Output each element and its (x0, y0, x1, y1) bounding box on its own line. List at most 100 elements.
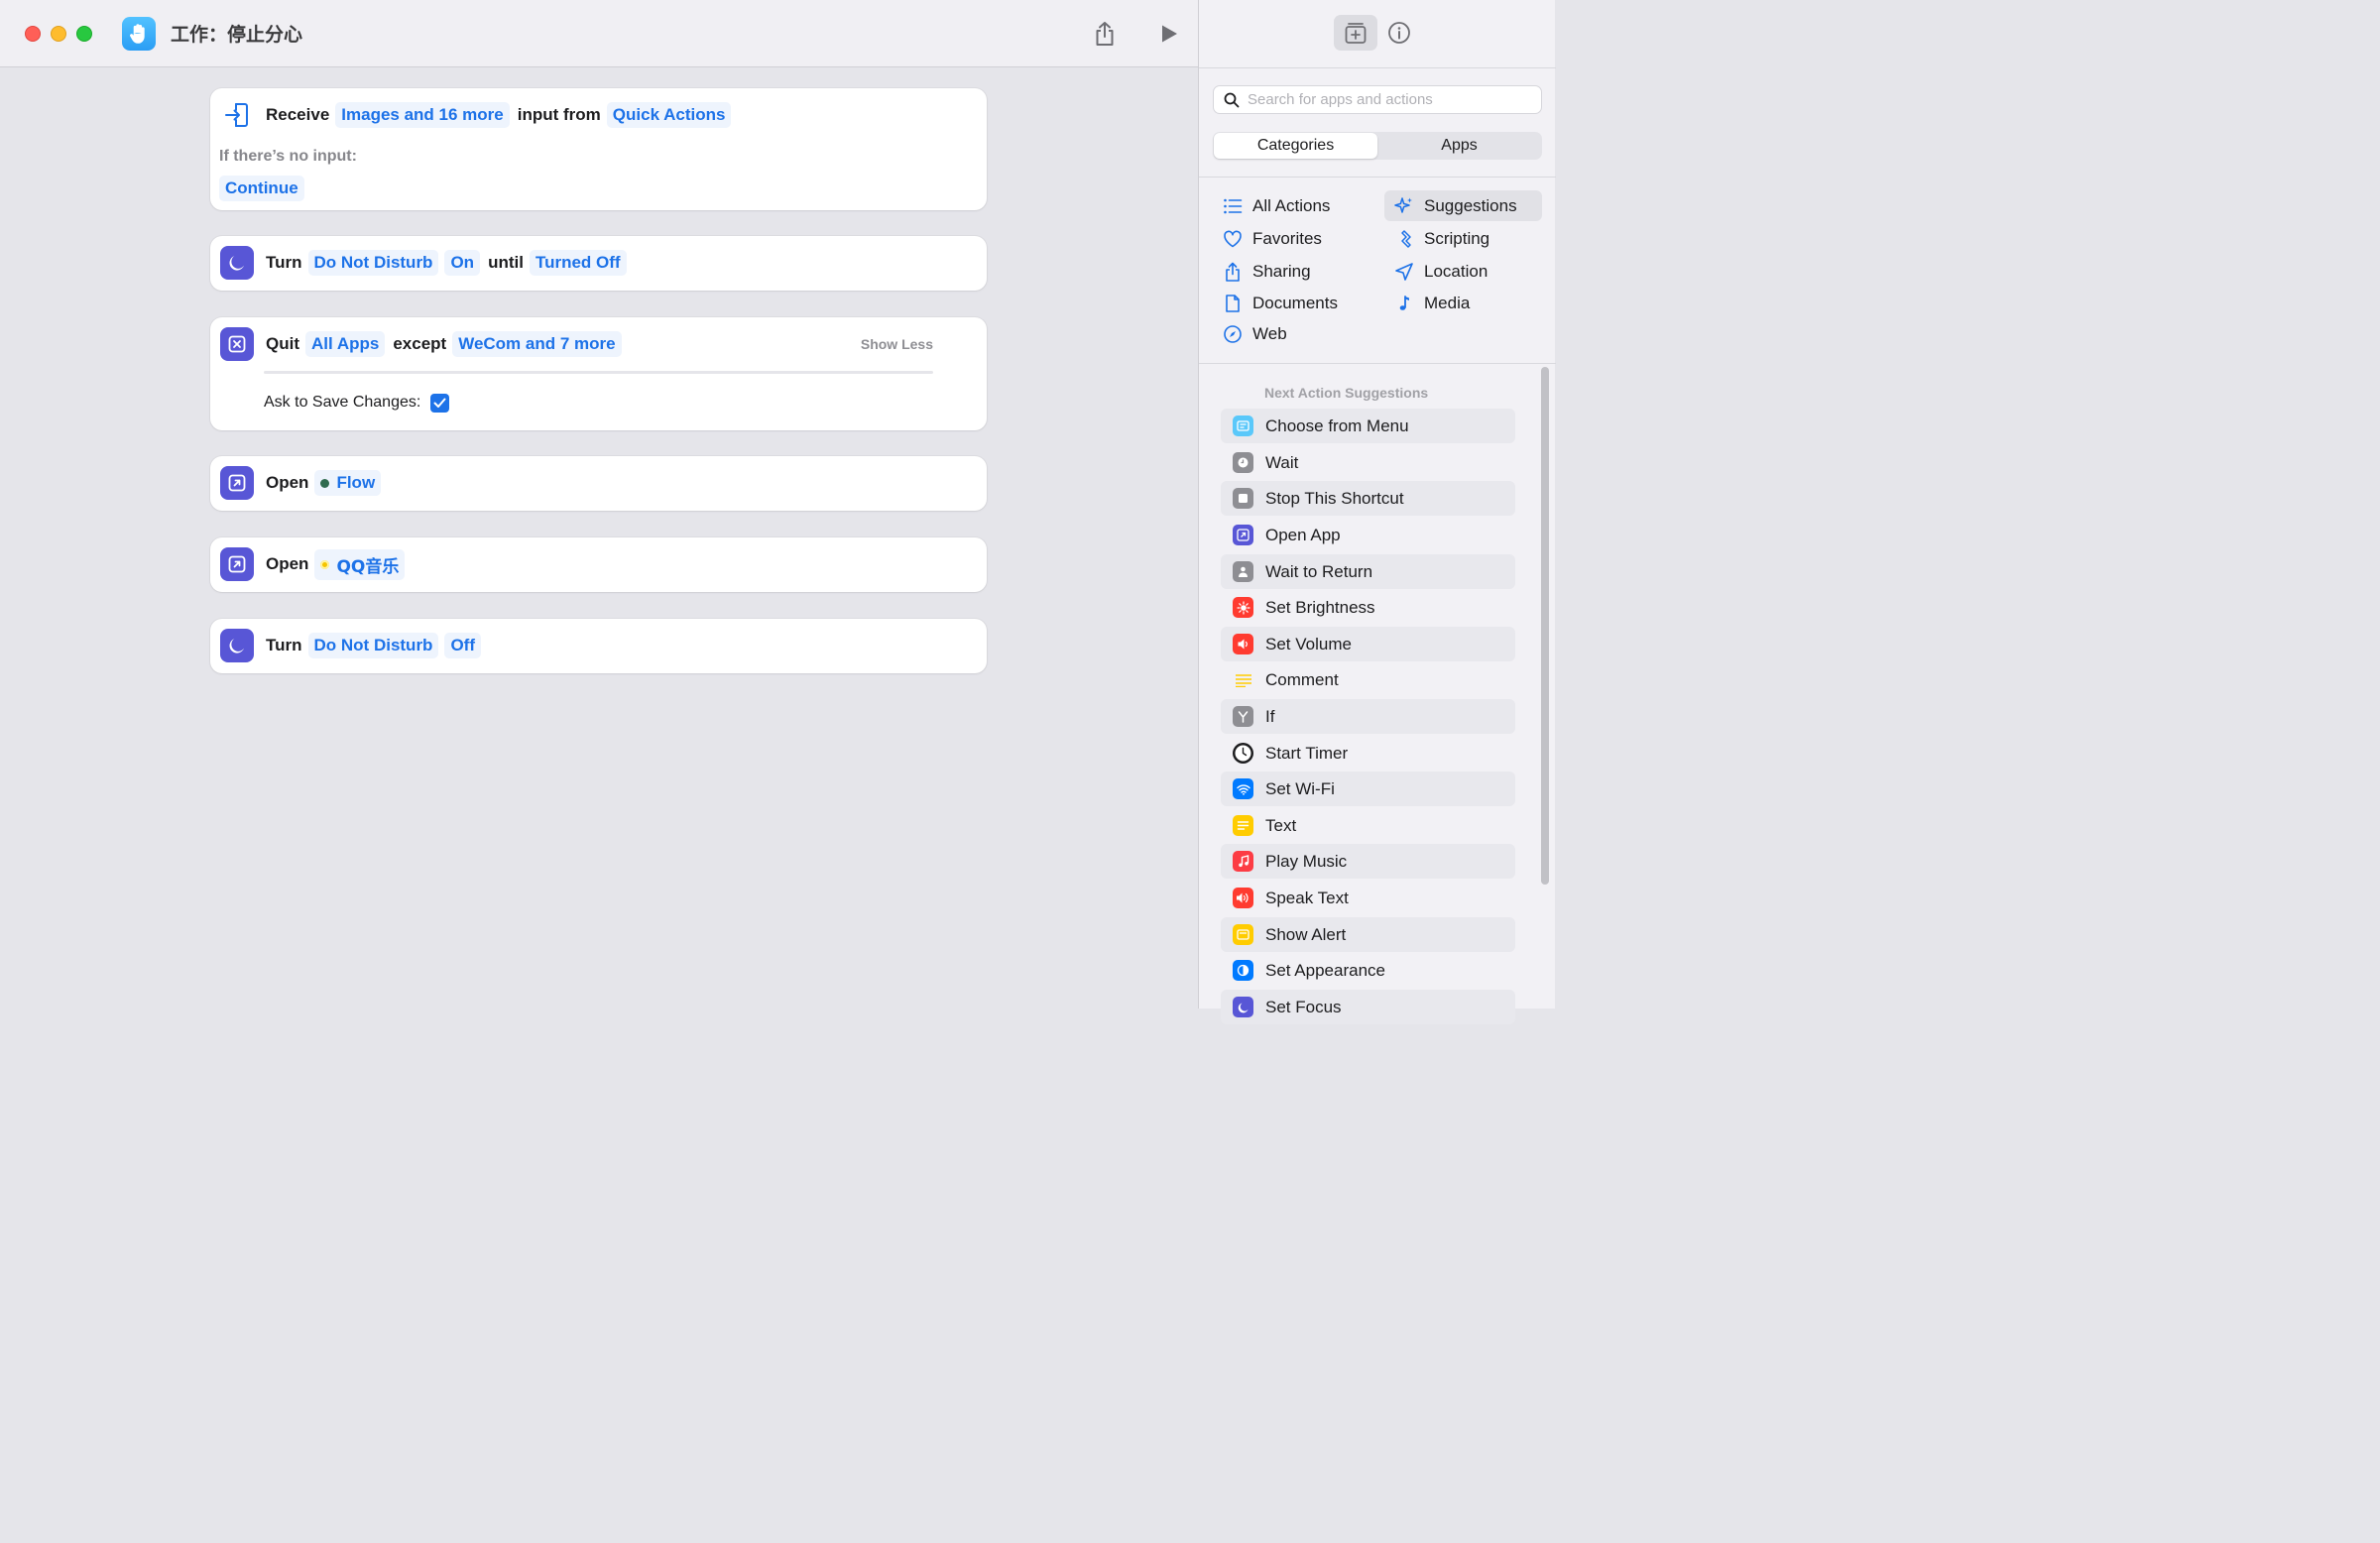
action-open-flow[interactable]: Open Flow (210, 456, 987, 511)
except-apps-token[interactable]: WeCom and 7 more (452, 331, 622, 357)
wait-return-icon (1233, 561, 1253, 582)
suggestion-label: Start Timer (1265, 743, 1349, 763)
suggestion-label: Set Volume (1265, 634, 1352, 653)
suggestions-scrollbar[interactable] (1541, 367, 1549, 885)
suggestion-speak-text[interactable]: Speak Text (1221, 881, 1515, 915)
category-all-actions[interactable]: All Actions (1213, 190, 1330, 221)
branch-icon (1233, 706, 1253, 727)
open-app-icon (220, 466, 254, 500)
suggestion-label: Set Brightness (1265, 597, 1375, 617)
show-less-button[interactable]: Show Less (861, 336, 933, 352)
location-arrow-icon (1395, 262, 1413, 281)
quit-verb: Quit (266, 334, 299, 353)
category-label: Favorites (1252, 228, 1322, 248)
suggestion-comment[interactable]: Comment (1221, 662, 1515, 697)
scripting-icon (1401, 229, 1411, 248)
suggestion-text[interactable]: Text (1221, 808, 1515, 843)
library-add-icon (1345, 23, 1367, 44)
stop-icon (1233, 488, 1253, 509)
suggestion-label: Wait (1265, 452, 1299, 472)
suggestion-label: Play Music (1265, 851, 1348, 871)
category-scripting[interactable]: Scripting (1384, 223, 1489, 254)
category-label: Location (1424, 261, 1488, 281)
open-verb: Open (266, 554, 309, 573)
suggestion-label: Show Alert (1265, 924, 1347, 944)
app-token-flow[interactable]: Flow (314, 470, 382, 496)
category-sharing[interactable]: Sharing (1213, 256, 1311, 287)
suggestion-label: Wait to Return (1265, 561, 1373, 581)
action-turn-dnd-on[interactable]: Turn Do Not Disturb On until Turned Off (210, 236, 987, 291)
clock-icon (1233, 452, 1253, 473)
shortcut-details-button[interactable] (1377, 15, 1421, 51)
input-types-token[interactable]: Images and 16 more (335, 102, 510, 128)
suggestion-wait-to-return[interactable]: Wait to Return (1221, 554, 1515, 589)
suggestion-open-app[interactable]: Open App (1221, 518, 1515, 552)
checkmark-icon (433, 398, 446, 408)
category-favorites[interactable]: Favorites (1213, 223, 1322, 254)
category-label: Web (1252, 323, 1287, 343)
suggestion-set-focus[interactable]: Set Focus (1221, 990, 1515, 1024)
tab-apps[interactable]: Apps (1377, 133, 1541, 159)
speak-icon (1233, 888, 1253, 908)
no-input-behavior-token[interactable]: Continue (219, 176, 304, 201)
until-token[interactable]: Turned Off (529, 250, 627, 276)
suggestions-header: Next Action Suggestions (1264, 385, 1429, 401)
suggestion-label: Text (1265, 815, 1297, 835)
suggestion-start-timer[interactable]: Start Timer (1221, 736, 1515, 771)
action-open-qq-music[interactable]: Open QQ音乐 (210, 537, 987, 592)
category-web[interactable]: Web (1213, 318, 1287, 349)
compass-icon (1224, 324, 1242, 343)
focus-state-token[interactable]: On (444, 250, 481, 276)
category-location[interactable]: Location (1384, 256, 1488, 287)
action-quit-apps[interactable]: Quit All Apps except WeCom and 7 more Sh… (210, 317, 987, 430)
wifi-icon (1233, 778, 1253, 799)
moon-icon (220, 629, 254, 662)
toolbar-divider (1199, 67, 1556, 68)
window-title[interactable]: 工作：停止分心 (171, 20, 302, 47)
search-icon (1224, 92, 1240, 107)
suggestion-stop-this-shortcut[interactable]: Stop This Shortcut (1221, 481, 1515, 516)
ask-save-checkbox[interactable] (430, 393, 450, 413)
close-window-button[interactable] (25, 26, 41, 42)
info-icon (1388, 22, 1410, 44)
run-button[interactable] (1153, 18, 1185, 50)
qq-music-app-icon (320, 559, 330, 569)
receive-verb: Receive (266, 105, 330, 124)
suggestion-if[interactable]: If (1221, 699, 1515, 734)
category-documents[interactable]: Documents (1213, 288, 1338, 318)
suggestion-label: Set Appearance (1265, 960, 1385, 980)
category-suggestions[interactable]: Suggestions (1384, 190, 1542, 221)
suggestion-set-volume[interactable]: Set Volume (1221, 627, 1515, 661)
minimize-window-button[interactable] (51, 26, 66, 42)
input-source-token[interactable]: Quick Actions (606, 102, 732, 128)
suggestion-show-alert[interactable]: Show Alert (1221, 917, 1515, 952)
suggestion-set-wi-fi[interactable]: Set Wi-Fi (1221, 772, 1515, 806)
suggestion-set-brightness[interactable]: Set Brightness (1221, 590, 1515, 625)
search-field[interactable] (1213, 85, 1542, 114)
alert-icon (1233, 924, 1253, 945)
category-media[interactable]: Media (1384, 288, 1470, 318)
suggestion-wait[interactable]: Wait (1221, 445, 1515, 480)
suggestion-set-appearance[interactable]: Set Appearance (1221, 953, 1515, 988)
quit-target-token[interactable]: All Apps (305, 331, 386, 357)
action-receive-input[interactable]: Receive Images and 16 more input from Qu… (210, 88, 987, 210)
no-input-label: If there’s no input: (219, 148, 357, 165)
focus-target-token[interactable]: Do Not Disturb (307, 633, 439, 658)
open-app-icon (1233, 525, 1253, 545)
suggestion-choose-from-menu[interactable]: Choose from Menu (1221, 409, 1515, 443)
zoom-window-button[interactable] (76, 26, 92, 42)
suggestion-play-music[interactable]: Play Music (1221, 844, 1515, 879)
focus-state-token[interactable]: Off (444, 633, 481, 658)
turn-verb: Turn (266, 253, 302, 272)
action-turn-dnd-off[interactable]: Turn Do Not Disturb Off (210, 619, 987, 673)
search-input[interactable] (1248, 91, 1525, 108)
clock-app-icon (1233, 743, 1253, 764)
shortcut-hand-icon[interactable] (122, 17, 156, 51)
tab-categories[interactable]: Categories (1214, 133, 1377, 159)
turn-verb: Turn (266, 636, 302, 654)
share-button[interactable] (1089, 18, 1121, 50)
suggestion-label: Set Wi-Fi (1265, 778, 1335, 798)
focus-target-token[interactable]: Do Not Disturb (307, 250, 439, 276)
app-token-qq-music[interactable]: QQ音乐 (314, 548, 406, 580)
action-library-button[interactable] (1334, 15, 1377, 51)
